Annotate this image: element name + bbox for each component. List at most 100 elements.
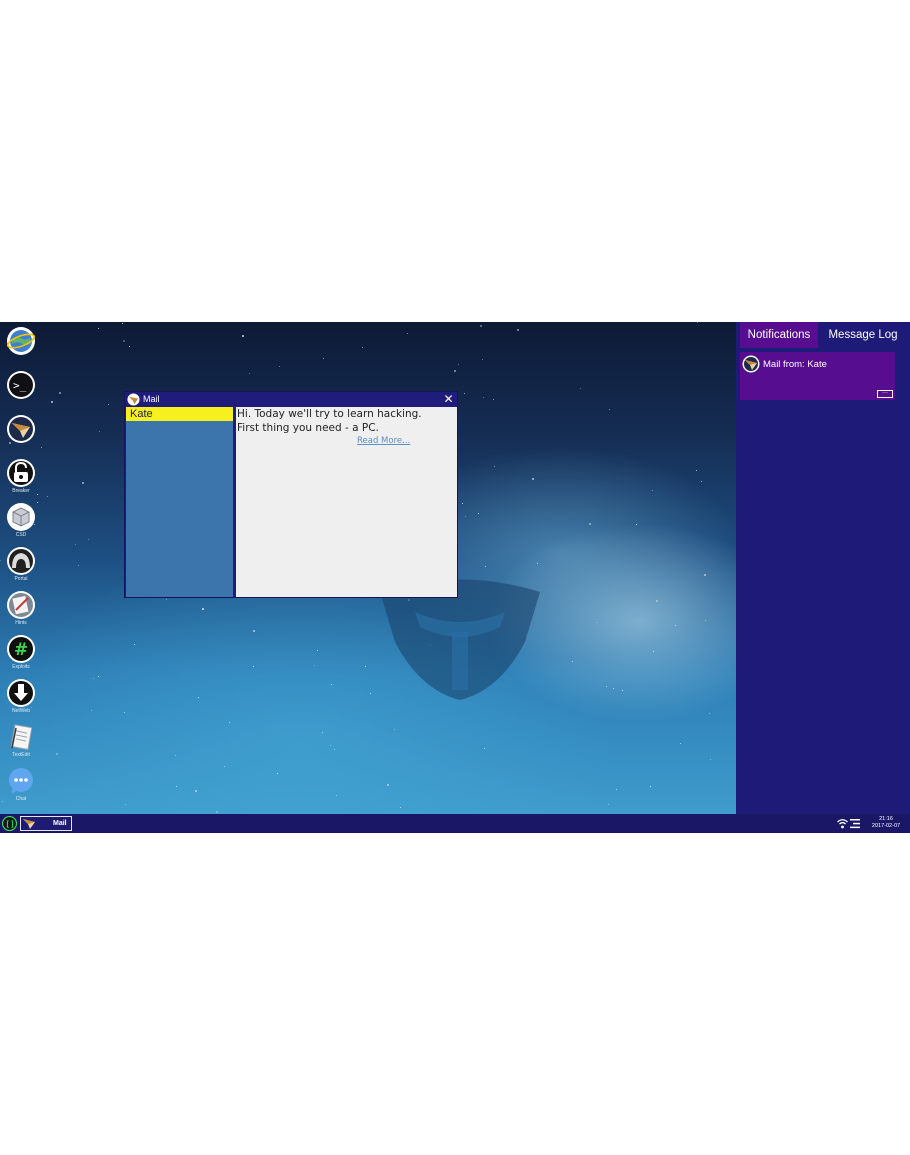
- message-line: First thing you need - a PC.: [237, 422, 379, 434]
- mail-window: Mail ✕ Kate Hi. Today we'll try to learn…: [124, 391, 458, 598]
- star: [517, 329, 519, 331]
- star: [277, 773, 278, 774]
- star: [680, 743, 681, 744]
- star: [336, 795, 337, 796]
- star: [675, 625, 676, 626]
- terminal-icon: >_: [7, 371, 35, 399]
- mail-window-titlebar[interactable]: Mail ✕: [125, 392, 457, 407]
- download-icon: [7, 679, 35, 707]
- star: [75, 544, 76, 545]
- star: [400, 807, 401, 808]
- desktop-icon-label: TextEdit: [12, 752, 30, 758]
- star: [51, 401, 53, 403]
- desktop-icon-breaker[interactable]: Breaker: [4, 458, 38, 500]
- star: [705, 620, 706, 621]
- star: [597, 622, 598, 623]
- desktop-icon-portal[interactable]: Portal: [4, 546, 38, 588]
- clock-time: 21:16: [879, 816, 893, 822]
- hash-icon: #: [7, 635, 35, 663]
- star: [704, 574, 706, 576]
- star: [108, 404, 109, 405]
- star: [175, 755, 176, 756]
- star: [229, 722, 230, 723]
- star: [314, 665, 315, 666]
- star: [387, 784, 389, 786]
- star: [613, 688, 614, 689]
- desktop-icon-chat[interactable]: Chat: [4, 766, 38, 808]
- star: [616, 789, 617, 790]
- star: [224, 766, 225, 767]
- star: [464, 393, 465, 394]
- unlock-icon: [7, 459, 35, 487]
- desktop: >_ Breaker CSD Portal Hints # Exploits N…: [0, 322, 736, 814]
- desktop-icon-browser[interactable]: [4, 326, 38, 368]
- star: [93, 678, 94, 679]
- taskbar-clock[interactable]: 21:16 2017-02-07: [866, 816, 906, 830]
- star: [202, 608, 204, 610]
- star: [362, 347, 363, 348]
- star: [122, 323, 123, 324]
- clock-date: 2017-02-07: [871, 823, 901, 829]
- read-more-link[interactable]: Read More...: [357, 436, 410, 447]
- star: [652, 490, 653, 491]
- desktop-icon-mail[interactable]: [4, 414, 38, 456]
- star: [216, 811, 218, 813]
- start-button[interactable]: []: [2, 816, 17, 831]
- svg-text:#: #: [14, 640, 28, 660]
- notifications-panel: Notifications Message Log Mail from: Kat…: [736, 322, 910, 814]
- star: [636, 524, 637, 525]
- taskbar-item-mail[interactable]: Mail: [20, 816, 72, 831]
- star: [82, 482, 84, 484]
- mail-icon: [742, 355, 760, 373]
- star: [532, 478, 534, 480]
- notes-icon: [7, 591, 35, 619]
- star: [462, 503, 463, 504]
- star: [478, 513, 479, 514]
- star: [98, 676, 99, 677]
- desktop-icon-label: NetWeb: [12, 708, 30, 714]
- star: [0, 560, 1, 561]
- star: [166, 599, 167, 600]
- game-screen: >_ Breaker CSD Portal Hints # Exploits N…: [0, 322, 910, 833]
- svg-text:>_: >_: [13, 379, 27, 392]
- star: [99, 431, 100, 432]
- desktop-icon-netweb[interactable]: NetWeb: [4, 678, 38, 720]
- chat-icon: [9, 768, 33, 794]
- star: [198, 697, 199, 698]
- more-options-button[interactable]: ···: [877, 390, 893, 398]
- star: [465, 516, 466, 517]
- star: [317, 650, 318, 651]
- star: [323, 358, 324, 359]
- star: [572, 661, 573, 662]
- tab-notifications[interactable]: Notifications: [740, 322, 818, 348]
- sender-item-kate[interactable]: Kate: [126, 407, 233, 421]
- notification-card[interactable]: Mail from: Kate ···: [740, 352, 895, 400]
- close-icon[interactable]: ✕: [442, 392, 455, 407]
- desktop-icon-hints[interactable]: Hints: [4, 590, 38, 632]
- star: [480, 325, 482, 327]
- cube-icon: [7, 503, 35, 531]
- desktop-icon-textedit[interactable]: TextEdit: [4, 722, 38, 764]
- tab-message-log[interactable]: Message Log: [818, 322, 908, 348]
- star: [56, 753, 58, 755]
- star: [129, 346, 130, 347]
- wifi-icon[interactable]: [837, 818, 848, 829]
- svg-text:[]: []: [5, 820, 15, 829]
- desktop-icon-csd[interactable]: CSD: [4, 502, 38, 544]
- star: [242, 335, 244, 337]
- desktop-icon-terminal[interactable]: >_: [4, 370, 38, 412]
- star: [249, 373, 250, 374]
- tray-menu-icon[interactable]: [850, 818, 860, 829]
- star: [709, 713, 710, 714]
- taskbar-item-label: Mail: [53, 820, 67, 827]
- star: [537, 563, 538, 564]
- desktop-icon-exploits[interactable]: # Exploits: [4, 634, 38, 676]
- star: [124, 712, 125, 713]
- star: [334, 749, 335, 750]
- globe-icon: [6, 327, 36, 355]
- star: [483, 397, 484, 398]
- desktop-icon-label: CSD: [15, 532, 27, 538]
- star: [697, 322, 698, 323]
- star: [650, 786, 651, 787]
- star: [78, 565, 79, 566]
